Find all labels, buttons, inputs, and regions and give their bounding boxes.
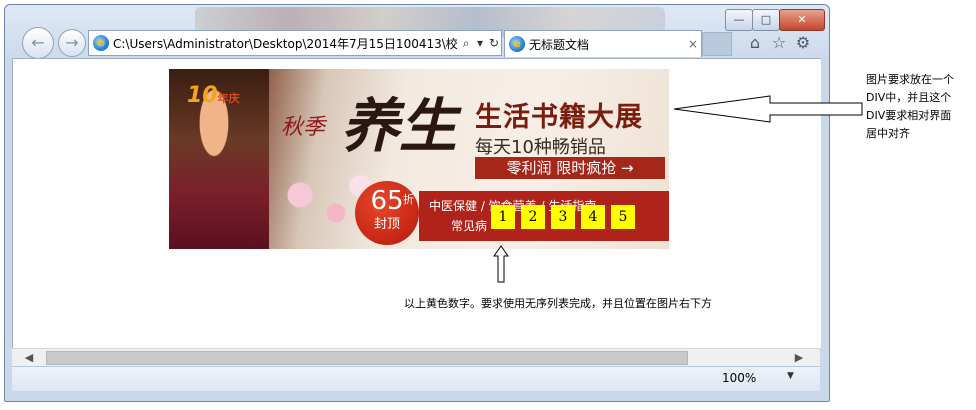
annotation-arrows	[493, 95, 863, 283]
arrow-up-icon	[493, 245, 509, 283]
arrow-left-icon	[673, 95, 863, 123]
